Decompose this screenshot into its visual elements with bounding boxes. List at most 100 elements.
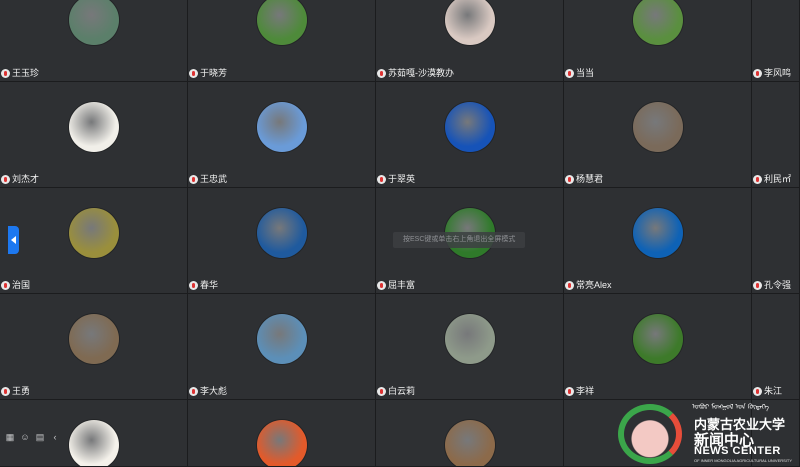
participant-tile[interactable]: 李风鸣 <box>752 0 800 82</box>
participant-name: 王忠武 <box>200 174 228 184</box>
participant-name-bar: 朱江 <box>752 385 782 398</box>
participant-name: 李风鸣 <box>764 68 792 78</box>
participant-name: 苏茹嘎-沙漠教办 <box>388 68 454 78</box>
participant-name: 屈丰富 <box>388 280 416 290</box>
participant-name: 白云莉 <box>388 386 416 396</box>
participant-name-bar: 于晓芳 <box>188 67 227 80</box>
participant-name-bar: 治国 <box>0 279 30 292</box>
mic-muted-icon <box>753 175 762 184</box>
avatar-cartoon-dog-photo <box>444 0 495 45</box>
participant-tile[interactable]: 王勇 <box>0 294 188 400</box>
participant-name-bar: 孔令强 <box>752 279 791 292</box>
mic-muted-icon <box>189 387 198 396</box>
participant-tile[interactable]: 于翠英 <box>376 82 564 188</box>
mic-muted-icon <box>189 175 198 184</box>
avatar-child-photo <box>256 420 307 466</box>
participant-tile[interactable]: 白云莉 <box>376 294 564 400</box>
participant-name-bar: 杨慧君 <box>564 173 603 186</box>
avatar-dog-photo <box>68 102 119 152</box>
participant-tile[interactable]: 当当 <box>564 0 752 82</box>
participant-tile[interactable]: 朱江 <box>752 294 800 400</box>
grid-view-icon[interactable]: ▦ <box>5 432 15 442</box>
participant-name-bar: 于翠英 <box>376 173 415 186</box>
participant-name: 王玉珍 <box>12 68 40 78</box>
participant-tile[interactable]: 春华 <box>188 188 376 294</box>
participant-name-bar: 利民㎡ <box>752 173 791 186</box>
mic-muted-icon <box>377 281 386 290</box>
participant-tile[interactable]: 利民㎡ <box>752 82 800 188</box>
chat-icon[interactable]: ☺ <box>20 432 30 442</box>
participant-name: 常亮Alex <box>576 280 612 290</box>
participant-tile[interactable]: 王忠武 <box>188 82 376 188</box>
participant-name-bar: 王忠武 <box>188 173 227 186</box>
watermark-english-subtitle: OF INNER MONGOLIA AGRICULTURAL UNIVERSIT… <box>694 458 793 463</box>
avatar-plant-photo <box>632 0 683 45</box>
participant-name-bar: 李大彪 <box>188 385 227 398</box>
avatar-man-photo <box>68 314 119 364</box>
participant-name-bar: 李风鸣 <box>752 67 791 80</box>
participant-name: 李祥 <box>576 386 595 396</box>
avatar-panda-mascot <box>256 102 307 152</box>
avatar-food-photo <box>68 208 119 258</box>
participant-tile[interactable]: 刘杰才 <box>0 82 188 188</box>
participant-tile[interactable]: 常亮Alex <box>564 188 752 294</box>
watermark-news-center: NEWS CENTER <box>694 445 781 457</box>
participant-name-bar: 王勇 <box>0 385 30 398</box>
participant-tile[interactable]: 苏茹嘎-沙漠教办 <box>376 0 564 82</box>
news-center-watermark: ᠤᠪᠤᠷ ᠮᠣᠩᠭᠣᠯ ᠤᠨ ᠬᠥᠳᠡᠭᠡ 内蒙古农业大学 新闻中心 NEWS … <box>618 400 800 467</box>
participant-name-bar: 李祥 <box>564 385 594 398</box>
mic-muted-icon <box>565 387 574 396</box>
mic-muted-icon <box>1 387 10 396</box>
participant-name: 春华 <box>200 280 219 290</box>
mic-muted-icon <box>189 69 198 78</box>
fullscreen-exit-hint: 按ESC键或单击右上角退出全屏模式 <box>393 232 526 248</box>
participant-name-bar: 春华 <box>188 279 218 292</box>
participant-tile[interactable]: 李大彪 <box>188 294 376 400</box>
participant-name-bar: 苏茹嘎-沙漠教办 <box>376 67 454 80</box>
participant-name-bar: 屈丰富 <box>376 279 415 292</box>
mic-muted-icon <box>565 175 574 184</box>
participant-tile[interactable] <box>376 400 564 467</box>
participant-name: 于翠英 <box>388 174 416 184</box>
university-logo <box>618 404 682 464</box>
avatar-woman-photo <box>68 0 119 45</box>
side-panel-toggle[interactable] <box>8 226 19 254</box>
participant-tile[interactable]: 孔令强 <box>752 188 800 294</box>
avatar-landscape-photo <box>256 314 307 364</box>
mic-muted-icon <box>1 281 10 290</box>
participant-tile[interactable] <box>188 400 376 467</box>
participant-tile[interactable]: 李祥 <box>564 294 752 400</box>
avatar-deer-photo <box>444 420 495 466</box>
participant-name: 当当 <box>576 68 595 78</box>
message-icon[interactable]: ▤ <box>35 432 45 442</box>
mic-muted-icon <box>565 281 574 290</box>
avatar-blue-logo <box>444 102 495 152</box>
participant-name: 朱江 <box>764 386 783 396</box>
avatar-drawing <box>68 420 119 466</box>
participant-name: 治国 <box>12 280 31 290</box>
avatar-succulent-photo <box>632 102 683 152</box>
participant-tile[interactable]: 治国 <box>0 188 188 294</box>
mic-muted-icon <box>565 69 574 78</box>
participant-tile[interactable]: 于晓芳 <box>188 0 376 82</box>
participant-name-bar: 王玉珍 <box>0 67 39 80</box>
participant-name: 刘杰才 <box>12 174 40 184</box>
avatar-panda-cartoon <box>632 208 683 258</box>
participant-name: 杨慧君 <box>576 174 604 184</box>
participant-tile[interactable]: 王玉珍 <box>0 0 188 82</box>
chevron-left-icon[interactable]: ‹ <box>50 432 60 442</box>
mic-muted-icon <box>753 281 762 290</box>
mic-muted-icon <box>377 69 386 78</box>
participant-name: 李大彪 <box>200 386 228 396</box>
mic-muted-icon <box>753 387 762 396</box>
participant-tile[interactable]: 杨慧君 <box>564 82 752 188</box>
avatar-flower-photo <box>632 314 683 364</box>
mic-muted-icon <box>377 387 386 396</box>
participant-name-bar: 刘杰才 <box>0 173 39 186</box>
mic-muted-icon <box>189 281 198 290</box>
mic-muted-icon <box>1 175 10 184</box>
mic-muted-icon <box>377 175 386 184</box>
mic-muted-icon <box>1 69 10 78</box>
avatar-grassland-photo <box>444 314 495 364</box>
participant-name-bar: 常亮Alex <box>564 279 612 292</box>
